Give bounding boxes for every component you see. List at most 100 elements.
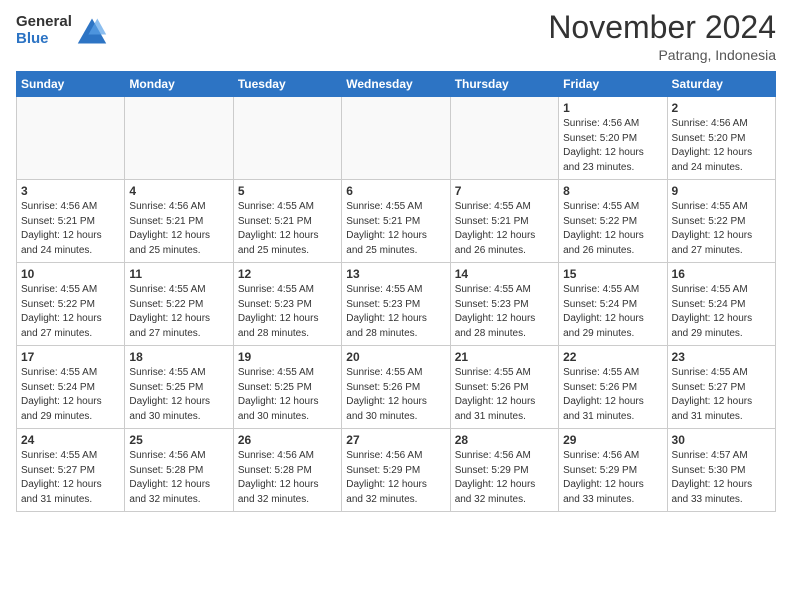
day-number: 18 [129, 350, 228, 364]
day-info: Sunrise: 4:56 AM Sunset: 5:29 PM Dayligh… [455, 449, 554, 507]
day-number: 17 [21, 350, 120, 364]
day-info: Sunrise: 4:55 AM Sunset: 5:23 PM Dayligh… [238, 283, 337, 341]
day-number: 20 [346, 350, 445, 364]
calendar-cell: 17 Sunrise: 4:55 AM Sunset: 5:24 PM Dayli… [17, 346, 125, 429]
page: General Blue November 2024 Patrang, Indo… [0, 0, 792, 528]
day-number: 9 [672, 184, 771, 198]
logo-blue: Blue [16, 31, 72, 48]
day-number: 13 [346, 267, 445, 281]
day-info: Sunrise: 4:55 AM Sunset: 5:26 PM Dayligh… [455, 366, 554, 424]
calendar-cell: 21 Sunrise: 4:55 AM Sunset: 5:26 PM Dayli… [450, 346, 558, 429]
calendar-cell: 20 Sunrise: 4:55 AM Sunset: 5:26 PM Dayli… [342, 346, 450, 429]
day-number: 16 [672, 267, 771, 281]
weekday-header: Wednesday [342, 72, 450, 97]
calendar-cell: 1 Sunrise: 4:56 AM Sunset: 5:20 PM Daylig… [559, 97, 667, 180]
day-info: Sunrise: 4:55 AM Sunset: 5:22 PM Dayligh… [21, 283, 120, 341]
calendar-cell [125, 97, 233, 180]
day-info: Sunrise: 4:55 AM Sunset: 5:24 PM Dayligh… [672, 283, 771, 341]
day-info: Sunrise: 4:55 AM Sunset: 5:24 PM Dayligh… [21, 366, 120, 424]
day-info: Sunrise: 4:57 AM Sunset: 5:30 PM Dayligh… [672, 449, 771, 507]
day-number: 6 [346, 184, 445, 198]
calendar-cell: 3 Sunrise: 4:56 AM Sunset: 5:21 PM Daylig… [17, 180, 125, 263]
day-info: Sunrise: 4:56 AM Sunset: 5:20 PM Dayligh… [563, 117, 662, 175]
calendar-cell: 29Sunrise: 4:56 AM Sunset: 5:29 PM Dayli… [559, 429, 667, 512]
calendar-cell: 5Sunrise: 4:55 AM Sunset: 5:21 PM Daylig… [233, 180, 341, 263]
day-info: Sunrise: 4:55 AM Sunset: 5:26 PM Dayligh… [563, 366, 662, 424]
calendar-week-row: 17 Sunrise: 4:55 AM Sunset: 5:24 PM Dayli… [17, 346, 776, 429]
calendar-cell: 9 Sunrise: 4:55 AM Sunset: 5:22 PM Daylig… [667, 180, 775, 263]
weekday-header: Saturday [667, 72, 775, 97]
day-number: 12 [238, 267, 337, 281]
title-block: November 2024 Patrang, Indonesia [548, 10, 776, 63]
day-info: Sunrise: 4:55 AM Sunset: 5:21 PM Dayligh… [346, 200, 445, 258]
day-number: 24 [21, 433, 120, 447]
day-number: 19 [238, 350, 337, 364]
calendar-table: SundayMondayTuesdayWednesdayThursdayFrid… [16, 71, 776, 512]
day-info: Sunrise: 4:56 AM Sunset: 5:28 PM Dayligh… [238, 449, 337, 507]
weekday-header: Friday [559, 72, 667, 97]
calendar-cell: 28 Sunrise: 4:56 AM Sunset: 5:29 PM Dayli… [450, 429, 558, 512]
day-info: Sunrise: 4:56 AM Sunset: 5:20 PM Dayligh… [672, 117, 771, 175]
calendar-cell: 18Sunrise: 4:55 AM Sunset: 5:25 PM Dayli… [125, 346, 233, 429]
calendar-cell: 15Sunrise: 4:55 AM Sunset: 5:24 PM Dayli… [559, 263, 667, 346]
calendar-cell [233, 97, 341, 180]
calendar-cell [342, 97, 450, 180]
day-number: 26 [238, 433, 337, 447]
day-number: 14 [455, 267, 554, 281]
day-number: 28 [455, 433, 554, 447]
calendar-cell: 16 Sunrise: 4:55 AM Sunset: 5:24 PM Dayli… [667, 263, 775, 346]
day-info: Sunrise: 4:55 AM Sunset: 5:22 PM Dayligh… [672, 200, 771, 258]
day-number: 2 [672, 101, 771, 115]
calendar-cell: 8Sunrise: 4:55 AM Sunset: 5:22 PM Daylig… [559, 180, 667, 263]
logo-general: General [16, 14, 72, 31]
calendar-cell: 27 Sunrise: 4:56 AM Sunset: 5:29 PM Dayli… [342, 429, 450, 512]
day-number: 27 [346, 433, 445, 447]
day-number: 23 [672, 350, 771, 364]
logo-icon [76, 15, 108, 47]
calendar-cell: 13 Sunrise: 4:55 AM Sunset: 5:23 PM Dayli… [342, 263, 450, 346]
logo: General Blue [16, 14, 108, 47]
weekday-header-row: SundayMondayTuesdayWednesdayThursdayFrid… [17, 72, 776, 97]
calendar-cell: 7 Sunrise: 4:55 AM Sunset: 5:21 PM Daylig… [450, 180, 558, 263]
calendar-week-row: 10 Sunrise: 4:55 AM Sunset: 5:22 PM Dayli… [17, 263, 776, 346]
calendar-cell: 11Sunrise: 4:55 AM Sunset: 5:22 PM Dayli… [125, 263, 233, 346]
day-number: 10 [21, 267, 120, 281]
day-info: Sunrise: 4:55 AM Sunset: 5:21 PM Dayligh… [455, 200, 554, 258]
day-info: Sunrise: 4:56 AM Sunset: 5:29 PM Dayligh… [346, 449, 445, 507]
day-number: 5 [238, 184, 337, 198]
weekday-header: Monday [125, 72, 233, 97]
day-number: 7 [455, 184, 554, 198]
calendar-cell [17, 97, 125, 180]
day-info: Sunrise: 4:55 AM Sunset: 5:25 PM Dayligh… [238, 366, 337, 424]
day-number: 29 [563, 433, 662, 447]
weekday-header: Thursday [450, 72, 558, 97]
calendar-week-row: 3 Sunrise: 4:56 AM Sunset: 5:21 PM Daylig… [17, 180, 776, 263]
logo-text: General Blue [16, 14, 72, 47]
month-title: November 2024 [548, 10, 776, 45]
calendar-cell [450, 97, 558, 180]
calendar-cell: 14Sunrise: 4:55 AM Sunset: 5:23 PM Dayli… [450, 263, 558, 346]
day-info: Sunrise: 4:55 AM Sunset: 5:23 PM Dayligh… [346, 283, 445, 341]
calendar-cell: 2 Sunrise: 4:56 AM Sunset: 5:20 PM Daylig… [667, 97, 775, 180]
day-info: Sunrise: 4:56 AM Sunset: 5:28 PM Dayligh… [129, 449, 228, 507]
day-number: 1 [563, 101, 662, 115]
day-info: Sunrise: 4:56 AM Sunset: 5:21 PM Dayligh… [129, 200, 228, 258]
calendar-cell: 30Sunrise: 4:57 AM Sunset: 5:30 PM Dayli… [667, 429, 775, 512]
calendar-cell: 24 Sunrise: 4:55 AM Sunset: 5:27 PM Dayli… [17, 429, 125, 512]
day-number: 8 [563, 184, 662, 198]
calendar-cell: 10 Sunrise: 4:55 AM Sunset: 5:22 PM Dayli… [17, 263, 125, 346]
day-info: Sunrise: 4:55 AM Sunset: 5:26 PM Dayligh… [346, 366, 445, 424]
weekday-header: Tuesday [233, 72, 341, 97]
calendar-cell: 23Sunrise: 4:55 AM Sunset: 5:27 PM Dayli… [667, 346, 775, 429]
day-info: Sunrise: 4:55 AM Sunset: 5:22 PM Dayligh… [129, 283, 228, 341]
day-number: 15 [563, 267, 662, 281]
calendar-cell: 4Sunrise: 4:56 AM Sunset: 5:21 PM Daylig… [125, 180, 233, 263]
header: General Blue November 2024 Patrang, Indo… [16, 10, 776, 63]
location: Patrang, Indonesia [548, 47, 776, 63]
calendar-week-row: 24 Sunrise: 4:55 AM Sunset: 5:27 PM Dayli… [17, 429, 776, 512]
day-number: 21 [455, 350, 554, 364]
calendar-cell: 12 Sunrise: 4:55 AM Sunset: 5:23 PM Dayli… [233, 263, 341, 346]
day-info: Sunrise: 4:55 AM Sunset: 5:27 PM Dayligh… [21, 449, 120, 507]
day-info: Sunrise: 4:56 AM Sunset: 5:21 PM Dayligh… [21, 200, 120, 258]
day-number: 3 [21, 184, 120, 198]
